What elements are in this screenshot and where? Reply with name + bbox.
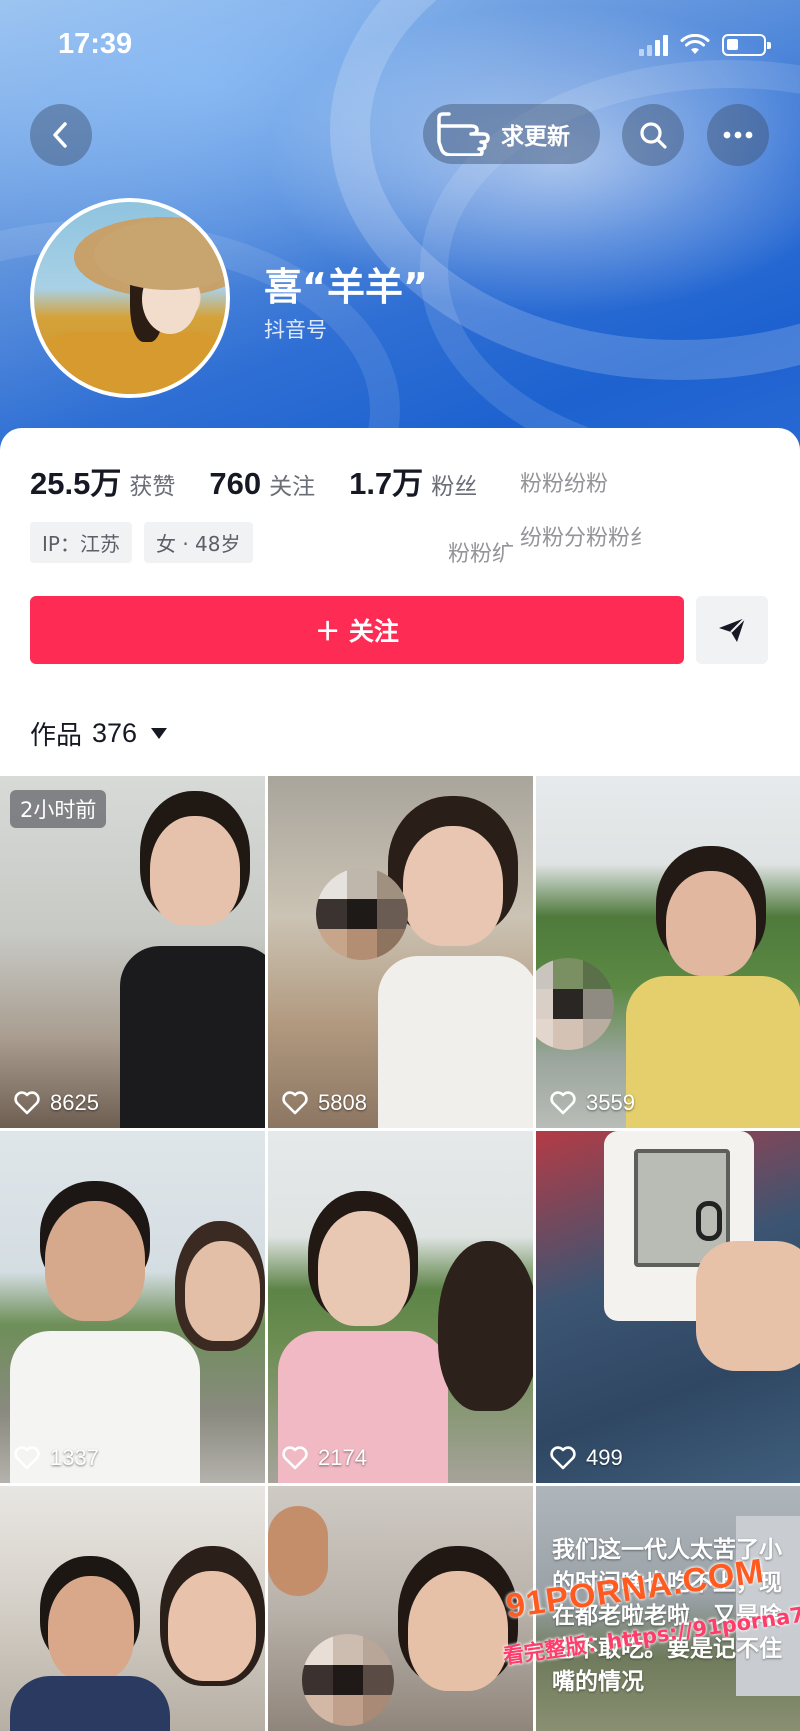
heart-icon [550,1091,576,1115]
stat-likes[interactable]: 25.5万 获赞 [30,458,175,503]
search-button[interactable] [622,104,684,166]
stat-following-label: 关注 [269,474,316,500]
blurred-face [316,868,408,960]
heart-icon [14,1091,40,1115]
stat-followers[interactable]: 1.7万 粉丝 [349,458,477,503]
blurred-face [302,1634,394,1726]
watermark-fragment: 纷粉分粉粉纟 [520,526,653,551]
video-likes-count: 2174 [318,1445,367,1470]
pointing-hand-icon [437,112,490,156]
watermark-fragment: 粉粉纷粉 [520,472,609,497]
video-tile[interactable]: 3559 [536,776,800,1128]
follow-button[interactable]: ＋ 关注 [30,596,684,664]
douyin-id-label: 抖音号 [264,318,327,342]
more-dots-icon [723,131,753,139]
status-bar: 17:39 [0,0,800,100]
stat-likes-label: 获赞 [129,474,176,500]
search-icon [640,122,667,149]
video-tile[interactable]: 2小时前 8625 [0,776,265,1128]
send-icon [719,617,746,642]
status-icons [639,34,771,56]
video-tile[interactable]: 5808 [268,776,533,1128]
video-likes: 3559 [550,1090,635,1116]
heart-icon [282,1446,308,1470]
heart-icon [550,1446,576,1470]
profile-name: 喜“羊羊” [264,265,428,309]
works-count: 376 [92,718,138,748]
tab-works[interactable]: 作品 376 [30,715,168,752]
back-button[interactable] [30,104,92,166]
video-tile[interactable] [268,1486,533,1731]
request-update-button[interactable]: 求更新 [423,104,600,164]
profile-header-background: 17:39 求更新 喜“羊羊” 抖音号 [0,0,800,470]
video-likes-count: 5808 [318,1090,367,1115]
video-likes-count: 1337 [50,1445,99,1470]
signal-icon [639,34,668,56]
video-likes: 499 [550,1445,623,1471]
request-update-label: 求更新 [501,124,570,150]
ip-location-tag: IP：江苏 [30,522,132,563]
video-likes: 2174 [282,1445,367,1471]
more-options-button[interactable] [707,104,769,166]
share-button[interactable] [696,596,768,664]
watermark-fragment: 粉粉纩 [448,542,515,567]
works-label: 作品 [30,721,83,751]
video-likes: 8625 [14,1090,99,1116]
caret-down-icon [151,728,168,739]
stat-followers-label: 粉丝 [431,474,478,500]
profile-screen: 17:39 求更新 喜“羊羊” 抖音号 25.5万 获赞 760 关注 1.7万… [0,0,800,1731]
video-likes: 1337 [14,1445,99,1471]
chevron-left-icon [53,122,67,148]
status-time: 17:39 [58,28,133,60]
gender-age-tag: 女 · 48岁 [143,522,253,563]
video-likes: 5808 [282,1090,367,1116]
stat-followers-value: 1.7万 [349,466,424,501]
avatar[interactable] [30,198,230,398]
heart-icon [14,1446,40,1470]
stat-following[interactable]: 760 关注 [209,466,315,502]
video-likes-count: 8625 [50,1090,99,1115]
video-tile[interactable]: 499 [536,1131,800,1483]
video-tile[interactable]: 1337 [0,1131,265,1483]
stats-row: 25.5万 获赞 760 关注 1.7万 粉丝 [30,458,477,503]
battery-icon [722,34,771,56]
video-tile[interactable] [0,1486,265,1731]
video-likes-count: 499 [586,1445,623,1470]
posted-time-badge: 2小时前 [10,790,107,828]
wifi-icon [680,34,710,54]
stat-likes-value: 25.5万 [30,466,122,501]
video-likes-count: 3559 [586,1090,635,1115]
heart-icon [282,1091,308,1115]
profile-tags: IP：江苏 女 · 48岁 [30,522,253,563]
stat-following-value: 760 [209,466,262,501]
video-tile[interactable]: 2174 [268,1131,533,1483]
